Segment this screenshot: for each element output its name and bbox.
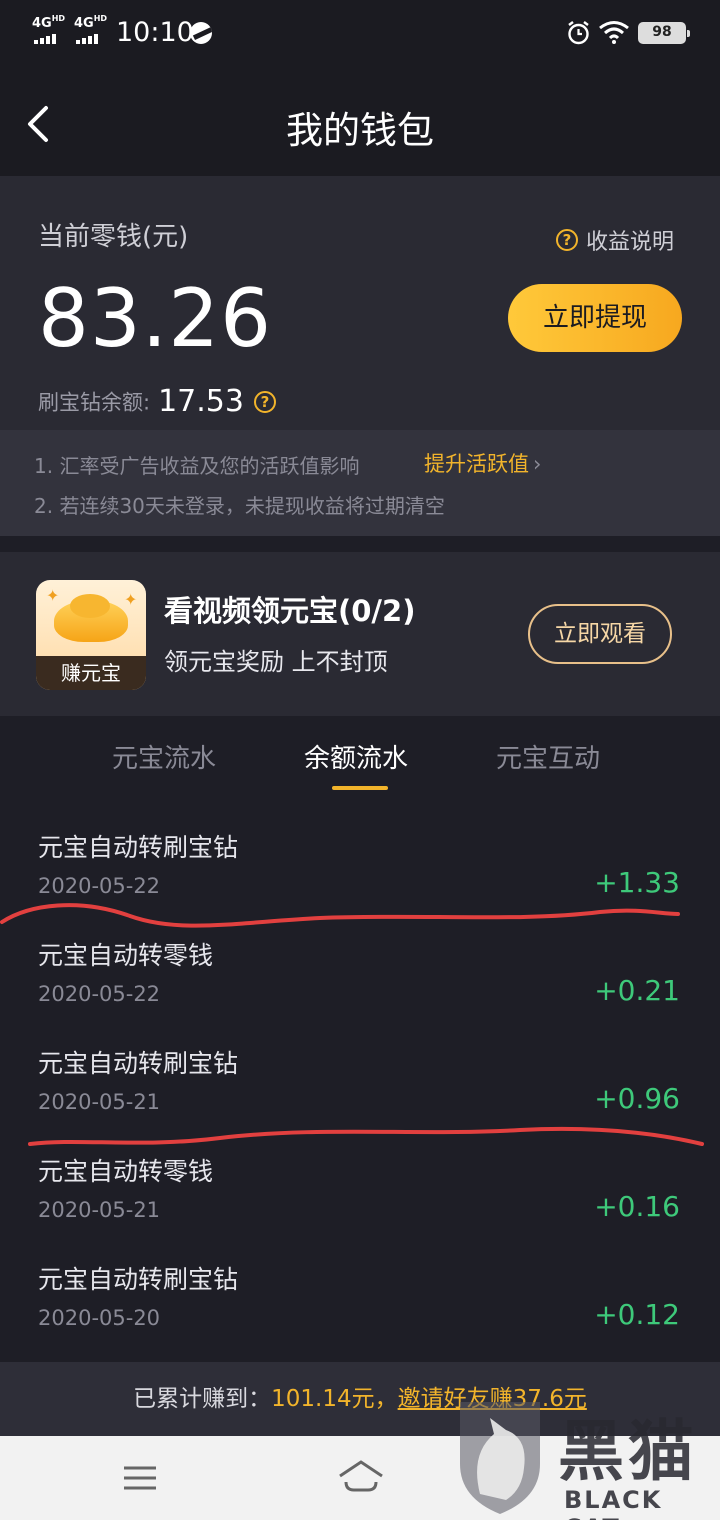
signal-4g-2: 4GHD [74,14,108,44]
note-exchange-rate: 1. 汇率受广告收益及您的活跃值影响 [34,454,360,478]
boost-activity-link[interactable]: 提升活跃值 › [424,448,541,478]
gold-ingot-icon: ✦ ✦ 赚元宝 [36,580,146,690]
diamond-balance-label: 刷宝钻余额: [38,390,151,415]
cat-shield-logo-icon [460,1402,540,1514]
list-item: 元宝自动转刷宝钻 2020-05-21 +0.96 [0,1016,720,1124]
earnings-help-link[interactable]: ? 收益说明 [556,224,675,255]
transaction-date: 2020-05-20 [38,1306,161,1330]
menu-icon[interactable] [120,1458,160,1498]
notes-panel: 1. 汇率受广告收益及您的活跃值影响 提升活跃值 › 2. 若连续30天未登录，未… [0,430,720,536]
withdraw-button[interactable]: 立即提现 [508,284,682,352]
summary-amount: 101.14元， [271,1386,398,1412]
transaction-amount: +0.12 [594,1298,680,1331]
status-bar: 4GHD 4GHD 10:10 98 [0,0,720,66]
watermark-english-text: BLACK CAT [564,1486,663,1520]
boost-activity-label: 提升活跃值 [424,452,529,476]
note-expiry: 2. 若连续30天未登录，未提现收益将过期清空 [34,494,445,518]
status-time: 10:10 [116,17,194,48]
tab-ingot-records[interactable]: 元宝流水 [112,738,216,775]
page-title: 我的钱包 [286,109,434,152]
transaction-date: 2020-05-21 [38,1198,161,1222]
tab-ingot-interaction[interactable]: 元宝互动 [496,738,600,775]
transaction-list[interactable]: 元宝自动转刷宝钻 2020-05-22 +1.33 元宝自动转零钱 2020-0… [0,800,720,1362]
ingot-top-shape [70,594,110,618]
signal-hd-label: HD [51,14,66,23]
signal-label: 4G [32,16,52,31]
signal-hd-label: HD [93,14,108,23]
watch-now-button[interactable]: 立即观看 [528,604,672,664]
list-item: 元宝自动转刷宝钻 2020-05-22 +1.33 [0,800,720,908]
signal-bars-icon [34,34,56,44]
diamond-balance-row: 刷宝钻余额: 17.53? [38,384,276,419]
transaction-amount: +1.33 [594,866,680,899]
list-item: 元宝自动转刷宝钻 2020-05-20 +0.12 [0,1232,720,1340]
header: 我的钱包 [0,66,720,176]
battery-icon: 98 [638,22,690,44]
active-tab-indicator [332,786,388,790]
tab-bar: 元宝流水 余额流水 元宝互动 [0,716,720,800]
wifi-icon [599,21,629,44]
transaction-title: 元宝自动转刷宝钻 [38,833,239,862]
tab-balance-records[interactable]: 余额流水 [304,738,408,775]
task-icon-badge: 赚元宝 [36,656,146,690]
balance-amount: 83.26 [38,272,273,365]
task-subtitle: 领元宝奖励 上不封顶 [164,648,388,676]
diamond-balance-value: 17.53 [158,384,244,419]
question-icon[interactable]: ? [253,390,276,413]
balance-label: 当前零钱(元) [38,222,189,252]
transaction-amount: +0.96 [594,1082,680,1115]
transaction-amount: +0.16 [594,1190,680,1223]
transaction-title: 元宝自动转零钱 [38,1157,214,1186]
app-notification-icon [190,22,212,44]
sparkle-icon: ✦ [46,586,60,605]
home-icon[interactable] [336,1456,386,1500]
signal-bars-icon [76,34,98,44]
transaction-amount: +0.21 [594,974,680,1007]
transaction-title: 元宝自动转刷宝钻 [38,1265,239,1294]
transaction-date: 2020-05-22 [38,874,161,898]
alarm-icon [568,21,589,45]
transaction-date: 2020-05-21 [38,1090,161,1114]
transaction-title: 元宝自动转刷宝钻 [38,1049,239,1078]
list-item: 元宝自动转零钱 2020-05-21 +0.16 [0,1124,720,1232]
summary-label: 已累计赚到： [133,1386,272,1412]
question-icon: ? [556,229,578,251]
sparkle-icon: ✦ [124,590,138,609]
task-title: 看视频领元宝(0/2) [164,594,416,628]
transaction-date: 2020-05-22 [38,982,161,1006]
video-task-card: ✦ ✦ 赚元宝 看视频领元宝(0/2) 领元宝奖励 上不封顶 立即观看 [0,552,720,716]
watermark-chinese-text: 黑猫 [558,1413,698,1490]
list-item: 元宝自动转零钱 2020-05-22 +0.21 [0,908,720,1016]
earnings-help-label: 收益说明 [586,230,675,255]
signal-4g-1: 4GHD [32,14,66,44]
chevron-right-icon: › [533,452,542,476]
balance-card: 当前零钱(元) ? 收益说明 83.26 立即提现 刷宝钻余额: 17.53? 1.… [0,176,720,536]
black-cat-watermark: 黑猫 BLACK CAT [440,1390,720,1520]
signal-label: 4G [74,16,94,31]
transaction-title: 元宝自动转零钱 [38,941,214,970]
